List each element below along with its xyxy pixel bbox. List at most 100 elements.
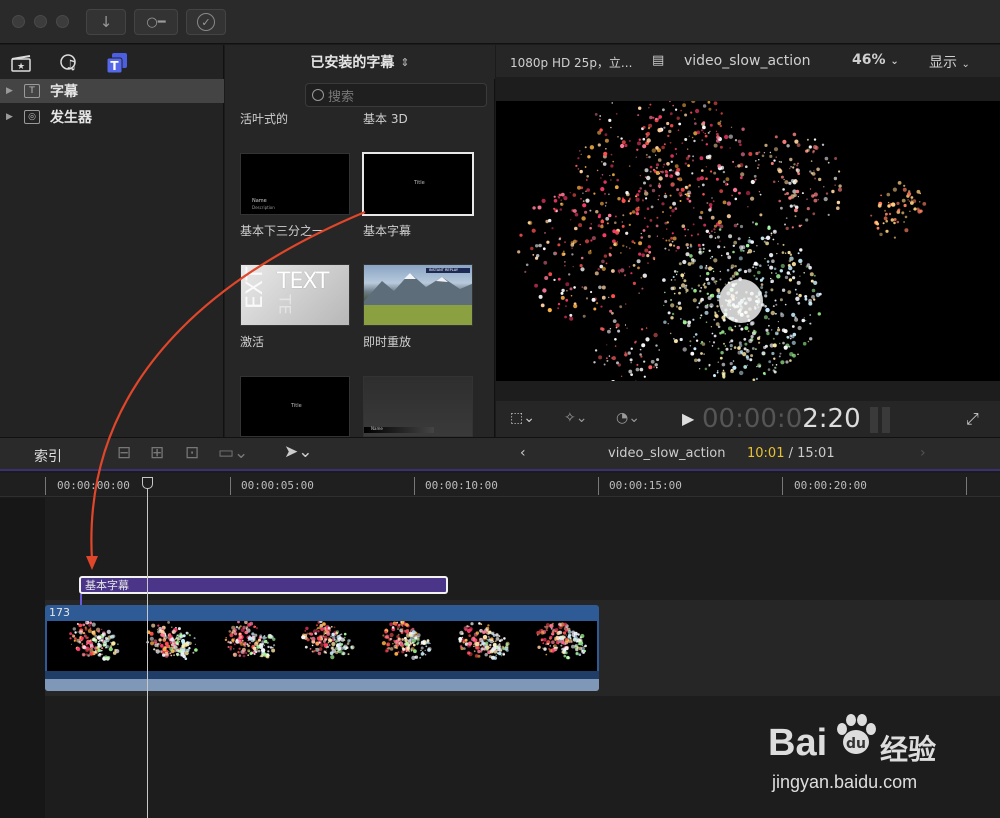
background-tasks-button[interactable]: ✓ [186, 9, 226, 35]
viewer: 1080p HD 25p，立... ▤ video_slow_action 46… [496, 45, 1000, 437]
svg-text:♫: ♫ [65, 58, 77, 73]
sidebar-item-titles[interactable]: ▶ T 字幕 [0, 79, 224, 103]
video-clip[interactable]: 173 [45, 605, 599, 691]
playhead-handle[interactable] [142, 477, 153, 489]
index-button[interactable]: 索引 [34, 446, 62, 466]
search-field[interactable]: 搜索 [305, 83, 487, 107]
clapper-star-icon[interactable]: ★ [8, 51, 34, 75]
ruler-label: 00:00:10:00 [425, 479, 498, 492]
sidebar-item-generators[interactable]: ▶ ◎ 发生器 [0, 105, 224, 129]
title-thumb-lower-third[interactable]: Name Description [240, 153, 350, 215]
key-icon: ○━ [146, 14, 166, 30]
ruler-label: 00:00:00:00 [57, 479, 130, 492]
up-down-chevron-icon[interactable]: ⇕ [400, 56, 409, 69]
video-frame[interactable] [496, 101, 1000, 381]
insert-clip-icon[interactable]: ⊞ [150, 443, 164, 463]
audio-meter-left [870, 407, 878, 433]
svg-text:★: ★ [17, 62, 25, 72]
thumb-overlay-text: Title [291, 403, 302, 409]
timecode-dim: 00:00:0 [702, 404, 803, 434]
disclosure-triangle-icon[interactable]: ▶ [6, 112, 16, 122]
minimize-window-button[interactable] [34, 15, 47, 28]
search-placeholder: 搜索 [328, 89, 355, 105]
viewer-controls: ⬚⌄ ✧⌄ ◔⌄ ▶ 00:00:02:20 ⤢ [496, 401, 1000, 437]
ruler-tick [598, 477, 599, 495]
title-clip[interactable]: 基本字幕 [79, 576, 448, 594]
play-icon[interactable]: ▶ [682, 409, 694, 428]
display-menu[interactable]: 显示 ⌄ [929, 52, 970, 72]
timeline-ruler[interactable]: 00:00:00:00 00:00:05:00 00:00:10:00 00:0… [0, 473, 1000, 497]
music-photo-icon[interactable]: ♫ [54, 51, 80, 75]
watermark-url: jingyan.baidu.com [772, 772, 918, 792]
svg-text:T: T [110, 59, 119, 73]
playhead-line [147, 489, 148, 818]
chevron-down-icon: ⌄ [890, 56, 899, 67]
zoom-value: 46% [852, 52, 886, 68]
connect-clip-icon[interactable]: ⊟ [117, 443, 131, 463]
project-name: video_slow_action [684, 53, 811, 69]
chevron-down-icon: ⌄ [961, 59, 970, 70]
title-thumb-instant-replay[interactable]: INSTANT REPLAY [363, 264, 473, 326]
titles-icon: T [24, 84, 40, 98]
library-sidebar: ★ ♫ T ▶ T 字幕 ▶ ◎ 发生器 [0, 45, 224, 437]
transform-icon[interactable]: ⬚⌄ [510, 410, 535, 426]
position-separator: / [784, 446, 798, 461]
title-thumb[interactable]: Name [363, 376, 473, 437]
thumb-label: 基本字幕 [363, 224, 412, 238]
thumb-label: 活叶式的 [240, 112, 289, 126]
timecode-display[interactable]: 00:00:02:20 [702, 404, 861, 434]
titles-browser: 已安装的字幕 ⇕ 搜索 活叶式的 基本 3D Name Description … [225, 45, 495, 437]
sidebar-item-label: 字幕 [50, 84, 78, 100]
ruler-tick [45, 477, 46, 495]
timeline-position: 10:01 / 15:01 [747, 446, 835, 461]
ruler-label: 00:00:20:00 [794, 479, 867, 492]
generators-icon: ◎ [24, 110, 40, 124]
select-tool-icon[interactable]: ➤⌄ [284, 442, 313, 462]
thumb-overlay-text: Name [252, 198, 267, 204]
baidu-watermark: Bai du 经验 jingyan.baidu.com [768, 710, 988, 800]
watermark-brand-cn: 经验 [880, 733, 937, 766]
title-thumb[interactable]: Title [240, 376, 350, 437]
audio-band [45, 679, 599, 691]
title-thumb-activate[interactable]: TEXT EXT TE [240, 264, 350, 326]
timeline-project-name: video_slow_action [608, 446, 726, 461]
svg-text:du: du [846, 736, 866, 752]
video-clip-label: 173 [49, 606, 70, 619]
keyword-button[interactable]: ○━ [134, 9, 178, 35]
installed-titles-dropdown[interactable]: 已安装的字幕 [310, 52, 394, 72]
title-thumb-basic-title[interactable]: Title [362, 152, 474, 216]
forward-chevron-icon[interactable]: › [920, 445, 926, 461]
audio-meter-right [882, 407, 890, 433]
import-button[interactable]: ↓ [86, 9, 126, 35]
fullscreen-icon[interactable]: ⤢ [966, 409, 979, 429]
checkmark-icon: ✓ [197, 13, 215, 31]
ruler-tick [966, 477, 967, 495]
thumb-label: 激活 [240, 335, 265, 349]
ruler-tick [230, 477, 231, 495]
back-chevron-icon[interactable]: ‹ [520, 445, 526, 461]
timeline-toolbar: 索引 ⊟ ⊞ ⊡ ▭⌄ ➤⌄ ‹ video_slow_action 10:01… [0, 437, 1000, 471]
fcpx-window: ↓ ○━ ✓ ★ ♫ T ▶ T 字幕 ▶ ◎ 发生器 已安装的字幕 ⇕ 搜索 … [0, 0, 1000, 818]
zoom-window-button[interactable] [56, 15, 69, 28]
overwrite-clip-icon[interactable]: ▭⌄ [218, 443, 248, 463]
clapper-icon: ▤ [652, 53, 665, 68]
search-icon [312, 89, 324, 101]
disclosure-triangle-icon[interactable]: ▶ [6, 86, 16, 96]
fireworks-image [517, 101, 927, 381]
position-total: 15:01 [797, 446, 835, 461]
format-label[interactable]: 1080p HD 25p，立... [510, 54, 632, 71]
watermark-brand: Bai [768, 722, 828, 764]
paw-logo-icon: du [836, 712, 876, 758]
close-window-button[interactable] [12, 15, 25, 28]
browser-header: 已安装的字幕 ⇕ [225, 45, 495, 79]
titles-generators-icon[interactable]: T [104, 51, 130, 75]
position-current: 10:01 [747, 446, 785, 461]
ruler-label: 00:00:15:00 [609, 479, 682, 492]
enhance-icon[interactable]: ✧⌄ [564, 410, 587, 426]
append-clip-icon[interactable]: ⊡ [185, 443, 199, 463]
download-arrow-icon: ↓ [99, 13, 113, 31]
ruler-tick [782, 477, 783, 495]
retime-icon[interactable]: ◔⌄ [616, 410, 640, 426]
zoom-menu[interactable]: 46% ⌄ [852, 52, 899, 68]
thumb-overlay-text: TEXT [277, 269, 329, 294]
